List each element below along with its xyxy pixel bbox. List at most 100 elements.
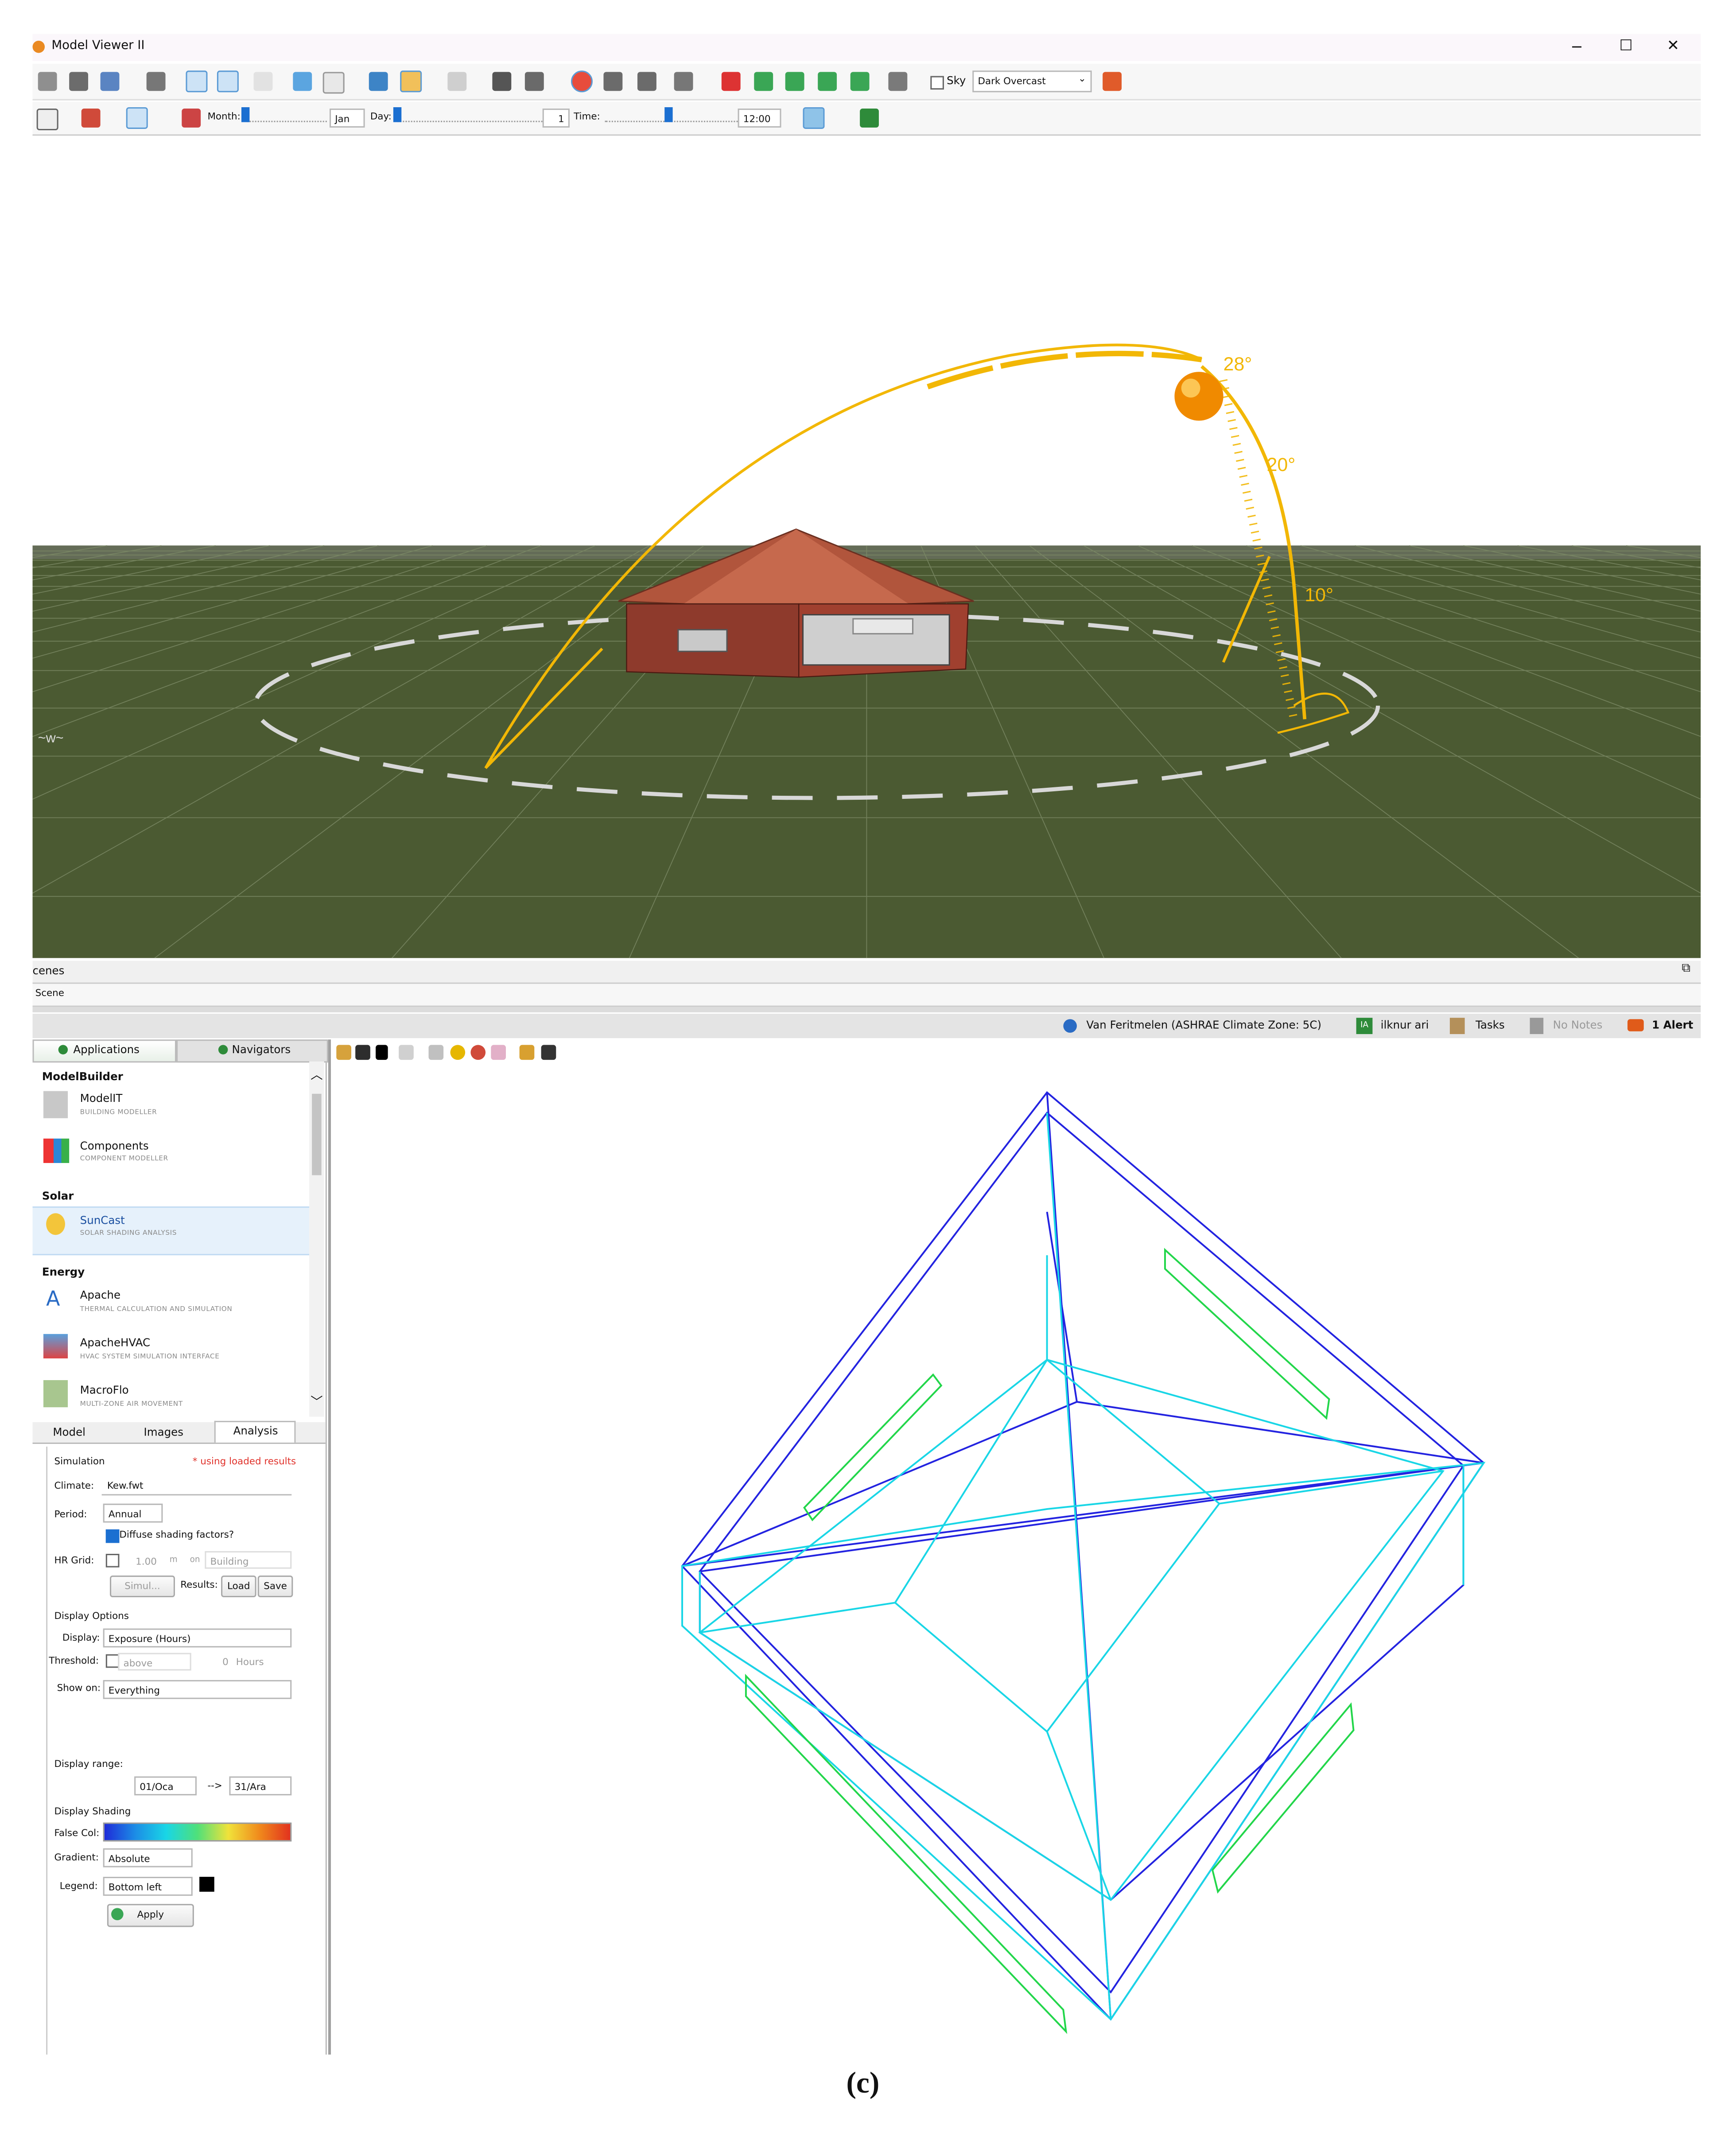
scroll-thumb[interactable] (312, 1093, 322, 1175)
app-item-suncast[interactable]: SunCast (80, 1214, 125, 1227)
sky-select[interactable]: Dark Overcast (972, 70, 1092, 93)
film-strip-icon[interactable] (524, 72, 544, 91)
wireframe-model[interactable] (331, 1070, 1703, 2055)
view-cube-icon[interactable] (36, 109, 58, 131)
cube-outline-icon[interactable] (322, 72, 345, 94)
threshold-mode-select[interactable]: above (118, 1653, 191, 1671)
month-spinner[interactable]: Jan (329, 109, 365, 128)
threshold-value[interactable]: 0 (222, 1657, 229, 1668)
pin-icon[interactable] (541, 1045, 556, 1060)
hr-grid-value[interactable]: 1.00 (136, 1556, 157, 1568)
app-item-apachehvac[interactable]: ApacheHVAC (80, 1337, 150, 1349)
undock-icon[interactable]: ⧉ (1682, 962, 1691, 976)
sun-setting-icon[interactable] (450, 1045, 466, 1060)
month-slider[interactable] (243, 118, 327, 122)
sky-dome-icon[interactable] (803, 107, 825, 129)
orbit-icon[interactable] (38, 72, 57, 91)
group-icon[interactable] (888, 72, 908, 91)
shade-icon[interactable] (470, 1045, 486, 1060)
animate-figure-icon[interactable] (860, 109, 879, 128)
period-select[interactable]: Annual (103, 1503, 163, 1523)
transform-icon[interactable] (81, 109, 101, 128)
app-item-components[interactable]: Components (80, 1140, 149, 1152)
day-spinner[interactable]: 1 (542, 109, 570, 128)
maximize-button[interactable]: ☐ (1619, 37, 1633, 54)
false-colour-select[interactable] (103, 1822, 292, 1842)
save-button[interactable]: Save (257, 1576, 293, 1598)
tab-images[interactable]: Images (144, 1426, 184, 1439)
calendar-icon[interactable] (182, 109, 201, 128)
hr-grid-label: HR Grid: (54, 1555, 94, 1566)
scroll-up-icon[interactable]: ︿ (311, 1065, 323, 1083)
plane-view-icon[interactable] (217, 70, 239, 93)
time-spinner[interactable]: 12:00 (738, 109, 781, 128)
sun-path-toggle-icon[interactable] (571, 70, 593, 93)
satellite-icon[interactable] (603, 72, 623, 91)
sky-checkbox[interactable] (930, 76, 944, 90)
layers-icon[interactable] (146, 72, 166, 91)
location-text[interactable]: Van Feritmelen (ASHRAE Climate Zone: 5C) (1086, 1019, 1321, 1031)
hr-grid-target[interactable]: Building (205, 1551, 292, 1569)
month-slider-thumb[interactable] (241, 107, 250, 122)
wireframe-view-icon[interactable] (186, 70, 208, 93)
green-panel-4-icon[interactable] (850, 72, 870, 91)
edit-icon[interactable] (399, 1045, 414, 1060)
show-on-select[interactable]: Everything (103, 1680, 292, 1699)
minimize-button[interactable]: − (1570, 38, 1583, 56)
tab-applications[interactable]: Applications (32, 1039, 177, 1063)
day-slider[interactable] (393, 118, 543, 122)
calc-icon[interactable] (428, 1045, 444, 1060)
display-select[interactable]: Exposure (Hours) (103, 1628, 292, 1648)
close-button[interactable]: ✕ (1667, 37, 1679, 54)
scene-tab[interactable]: Scene (35, 988, 64, 999)
3d-scene-viewport[interactable]: 28° 20° 10° ~w~ (32, 136, 1701, 958)
tasks-label[interactable]: Tasks (1476, 1019, 1505, 1031)
open-icon[interactable] (336, 1045, 351, 1060)
gradient-select[interactable]: Absolute (103, 1848, 193, 1868)
app-item-apache[interactable]: Apache (80, 1289, 120, 1302)
cube-icon[interactable] (293, 72, 312, 91)
save-icon[interactable] (355, 1045, 370, 1060)
alert-label[interactable]: 1 Alert (1652, 1019, 1693, 1031)
legend-color-swatch[interactable] (199, 1876, 214, 1892)
load-button[interactable]: Load (221, 1576, 256, 1598)
tab-analysis[interactable]: Analysis (233, 1425, 278, 1437)
pointer-icon[interactable] (376, 1045, 388, 1060)
legend-select[interactable]: Bottom left (103, 1876, 193, 1896)
tab-navigators[interactable]: Navigators (176, 1039, 328, 1063)
pan-icon[interactable] (69, 72, 89, 91)
render-icon[interactable] (1103, 72, 1122, 91)
palette-icon[interactable] (126, 107, 148, 129)
range-end-spinner[interactable]: 31/Ara (229, 1776, 292, 1796)
time-slider-thumb[interactable] (664, 107, 673, 122)
solid-cube-icon[interactable] (369, 72, 388, 91)
list-scrollbar[interactable]: ︿ ﹀ (309, 1061, 324, 1417)
climate-value[interactable]: Kew.fwt (107, 1481, 144, 1492)
diffuse-checkbox[interactable] (105, 1529, 120, 1543)
film-icon[interactable] (492, 72, 512, 91)
satellite-alt-icon[interactable] (637, 72, 656, 91)
green-panel-2-icon[interactable] (785, 72, 804, 91)
box-outline-icon[interactable] (253, 72, 273, 91)
app-item-modelit[interactable]: ModelIT (80, 1093, 123, 1105)
split-icon[interactable] (519, 1045, 535, 1060)
red-door-icon[interactable] (721, 72, 741, 91)
shaded-cube-icon[interactable] (400, 70, 422, 93)
notes-label[interactable]: No Notes (1553, 1019, 1603, 1031)
hatch-icon[interactable] (491, 1045, 506, 1060)
simulate-button[interactable]: Simul... (109, 1576, 175, 1598)
user-name[interactable]: ilknur ari (1381, 1019, 1429, 1031)
day-slider-thumb[interactable] (393, 107, 402, 122)
scroll-down-icon[interactable]: ﹀ (311, 1393, 323, 1410)
period-label: Period: (54, 1509, 87, 1520)
threshold-checkbox[interactable] (105, 1654, 120, 1668)
app-item-macroflo[interactable]: MacroFlo (80, 1384, 129, 1397)
green-panel-3-icon[interactable] (818, 72, 837, 91)
hr-grid-checkbox[interactable] (105, 1554, 120, 1568)
shadow-tool-icon[interactable] (674, 72, 693, 91)
hidden-cube-icon[interactable] (447, 72, 467, 91)
range-start-spinner[interactable]: 01/Oca (134, 1776, 197, 1796)
copy-view-icon[interactable] (100, 72, 120, 91)
green-panel-icon[interactable] (754, 72, 773, 91)
tab-model[interactable]: Model (53, 1426, 85, 1439)
